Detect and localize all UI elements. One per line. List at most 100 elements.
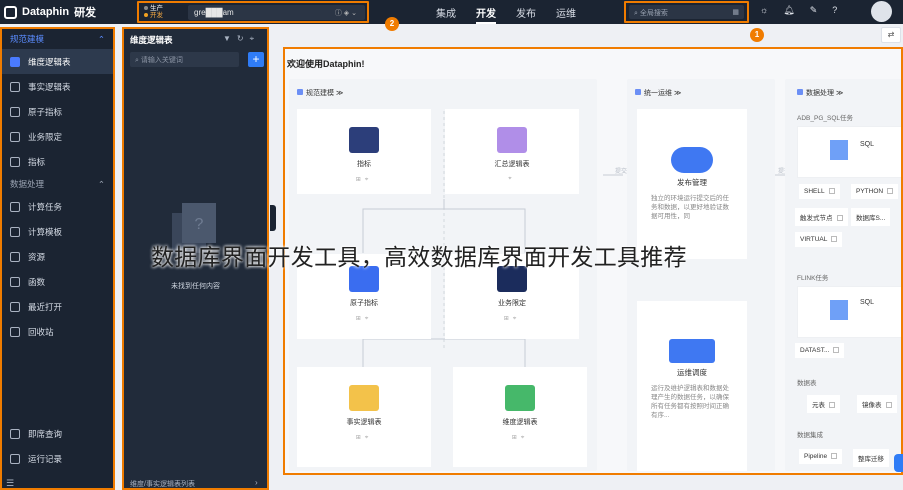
sidebar-group-processing[interactable]: 数据处理 ⌃	[2, 174, 113, 194]
module-actions[interactable]: ⌖	[445, 176, 579, 183]
adb-sql-card[interactable]: SQL	[797, 126, 901, 178]
chevron-up-icon: ⌃	[97, 33, 105, 44]
mirror-table-button[interactable]: 镜像表	[857, 395, 897, 413]
global-search-input[interactable]: ⌕ 全局搜索 ▦	[629, 5, 744, 19]
search-icon: ⌕	[135, 57, 139, 64]
add-icon	[833, 347, 840, 353]
sidebar-group-label: 规范建模	[10, 34, 45, 44]
sidebar-item-task[interactable]: 计算任务	[2, 194, 113, 219]
module-actions[interactable]: ⊞⌖	[445, 315, 579, 323]
trigger-node-button[interactable]: 触发式节点	[795, 208, 848, 226]
module-metric[interactable]: 指标 ⊞⌖	[297, 109, 431, 194]
dp-title[interactable]: 数据处理 ≫	[797, 88, 843, 98]
top-nav: 集成 开发 发布 运维	[436, 5, 576, 24]
sidebar-item-business[interactable]: 业务限定	[2, 124, 113, 149]
workspace-select[interactable]: gre███am ⓘ ◈ ⌄	[188, 5, 365, 20]
module-actions[interactable]: ⊞⌖	[297, 176, 431, 184]
sidebar-item-runlog[interactable]: 运行记录	[2, 446, 113, 471]
top-bar: Dataphin 研发 生产 开发 gre███am ⓘ ◈ ⌄ 集成 开发 发…	[0, 0, 903, 24]
help-float-button[interactable]	[894, 454, 903, 472]
pipeline-button[interactable]: Pipeline	[799, 449, 843, 464]
meta-table-button[interactable]: 元表	[807, 395, 840, 413]
ops-schedule-icon	[669, 339, 715, 363]
sql-icon	[830, 300, 848, 320]
sidebar-item-adhoc[interactable]: 即席查询	[2, 421, 113, 446]
sidebar-item-label: 原子指标	[28, 106, 63, 117]
layout-toggle-button[interactable]: ⇄	[881, 27, 901, 43]
nav-ops[interactable]: 运维	[556, 5, 576, 24]
calendar-icon[interactable]: ▦	[732, 8, 739, 16]
env-prod[interactable]: 生产	[150, 5, 163, 12]
sidebar-item-atomic[interactable]: 原子指标	[2, 99, 113, 124]
sidebar-item-dimension[interactable]: 维度逻辑表	[2, 49, 113, 74]
btn-label: SHELL	[804, 188, 825, 195]
bell-icon[interactable]: 🔔︎	[783, 5, 794, 16]
sql-icon	[830, 140, 848, 160]
wrench-icon[interactable]: ✎	[810, 5, 818, 16]
resource-icon	[10, 251, 20, 262]
sidebar-item-label: 计算模板	[28, 226, 63, 237]
module-dimension[interactable]: 维度逻辑表 ⊞⌖	[453, 367, 587, 467]
sidebar-item-fact[interactable]: 事实逻辑表	[2, 74, 113, 99]
module-actions[interactable]: ⊞⌖	[297, 315, 431, 323]
flink-sql-card[interactable]: SQL	[797, 286, 901, 338]
virtual-button[interactable]: VIRTUAL	[795, 232, 843, 247]
help-icon[interactable]: ?	[832, 5, 837, 16]
avatar[interactable]	[871, 1, 892, 22]
sql-label: SQL	[860, 141, 875, 148]
ops-card[interactable]: 运维调度 运行及维护逻辑表和数据处理产生的数据任务，以确保所有任务都有按照时间正…	[637, 301, 747, 471]
add-icon	[836, 215, 843, 221]
chevron-up-icon: ⌃	[97, 178, 105, 189]
sidebar-item-template[interactable]: 计算模板	[2, 219, 113, 244]
global-search-area: ⌕ 全局搜索 ▦	[624, 1, 749, 23]
module-actions[interactable]: ⊞⌖	[297, 434, 431, 442]
top-icons: ☼ 🔔︎ ✎ ?	[760, 5, 837, 16]
dp-icon	[797, 89, 803, 95]
nav-publish[interactable]: 发布	[516, 5, 536, 24]
sidebar-item-recent[interactable]: 最近打开	[2, 294, 113, 319]
sidebar-item-label: 业务限定	[28, 131, 63, 142]
panel-footer[interactable]: 维度/事实逻辑表列表	[130, 479, 195, 489]
summary-table-icon	[497, 127, 527, 153]
bug-icon[interactable]: ☼	[760, 5, 768, 16]
chevron-right-icon[interactable]: ›	[255, 478, 258, 487]
datastream-button[interactable]: DATAST...	[795, 343, 845, 358]
sidebar-item-label: 计算任务	[28, 201, 63, 212]
sidebar-item-function[interactable]: 函数	[2, 269, 113, 294]
sidebar-group-modeling[interactable]: 规范建模 ⌃	[2, 29, 113, 49]
folder-icon	[10, 301, 20, 312]
panel-search-input[interactable]: ⌕ 请输入关键词	[130, 52, 239, 67]
collapse-icon[interactable]: ☰	[6, 478, 14, 489]
sidebar-item-resource[interactable]: 资源	[2, 244, 113, 269]
metric-chart-icon	[349, 127, 379, 153]
add-button[interactable]: +	[248, 52, 264, 67]
filter-icon[interactable]: ▼	[223, 34, 231, 44]
add-icon	[828, 188, 835, 194]
env-dev[interactable]: 开发	[150, 12, 163, 19]
environment-switch[interactable]: 生产 开发	[144, 5, 163, 19]
module-summary[interactable]: 汇总逻辑表 ⌖	[445, 109, 579, 194]
table-label: 数据表	[797, 380, 817, 387]
module-actions[interactable]: ⊞⌖	[453, 434, 587, 442]
badge-2: 2	[385, 17, 399, 31]
logo[interactable]: Dataphin 研发	[4, 4, 96, 20]
shell-button[interactable]: SHELL	[799, 184, 840, 199]
migration-button[interactable]: 整库迁移	[853, 449, 889, 467]
empty-text: 未找到任何内容	[171, 283, 220, 290]
python-button[interactable]: PYTHON	[851, 184, 899, 199]
module-fact[interactable]: 事实逻辑表 ⊞⌖	[297, 367, 431, 467]
panel-resize-handle[interactable]	[270, 205, 276, 231]
query-icon	[10, 428, 20, 439]
nav-develop[interactable]: 开发	[476, 5, 496, 24]
panel-title: 维度逻辑表	[130, 35, 173, 45]
refresh-icon[interactable]: ↻	[237, 34, 244, 44]
release-card[interactable]: 发布管理 独立的环境运行提交后的任务和数据，以更好地验证数据可用性，同	[637, 109, 747, 259]
locate-icon[interactable]: ⌖	[250, 34, 255, 44]
add-icon	[831, 453, 838, 459]
nav-integration[interactable]: 集成	[436, 5, 456, 24]
btn-label: 数据库S...	[856, 215, 886, 222]
sidebar-item-metric[interactable]: 指标	[2, 149, 113, 174]
sidebar-item-recycle[interactable]: 回收站	[2, 319, 113, 344]
ops-title[interactable]: 统一运维 ≫	[635, 88, 681, 98]
database-button[interactable]: 数据库S...	[851, 208, 891, 226]
